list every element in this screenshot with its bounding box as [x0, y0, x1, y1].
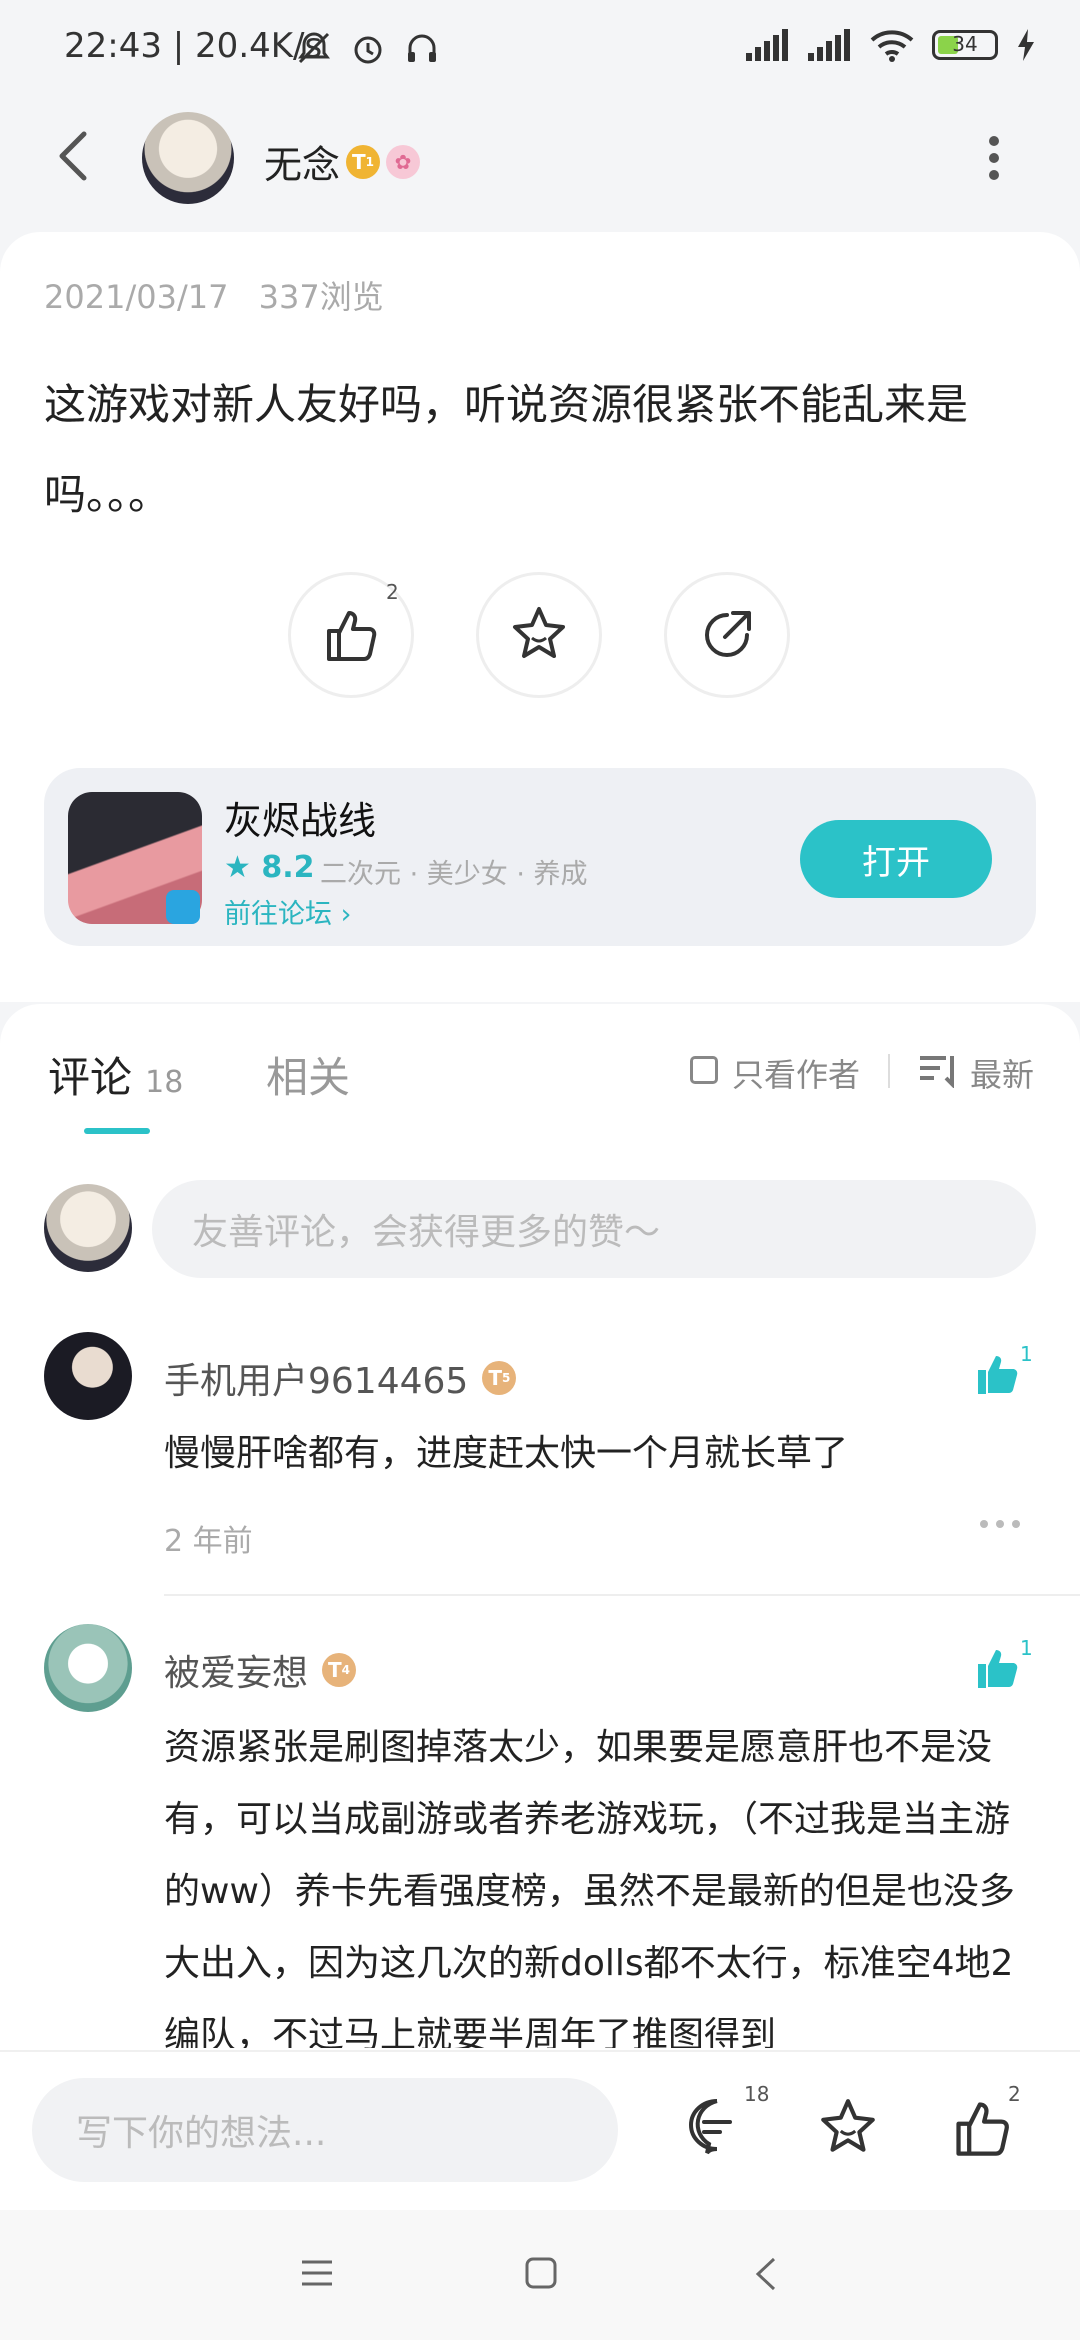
tab-indicator [84, 1128, 150, 1134]
game-tags: 二次元 · 美少女 · 养成 [320, 859, 588, 890]
status-bar: 22:43 | 20.4K/s 34 [0, 0, 1080, 100]
status-icons-left [296, 30, 440, 66]
current-user-avatar [44, 1184, 132, 1272]
level-badge: T1 [346, 144, 381, 179]
author-name[interactable]: 无念 [264, 134, 340, 189]
thumbs-up-icon [327, 611, 377, 661]
comment-username[interactable]: 被爱妄想 [164, 1644, 308, 1696]
level-badge: T4 [322, 1653, 357, 1687]
status-time: 22:43 | 20.4K/s [64, 26, 323, 66]
bottom-like-icon[interactable] [950, 2096, 1014, 2160]
bilibili-icon [166, 890, 200, 924]
open-game-button[interactable]: 打开 [800, 820, 992, 898]
bottom-comment-count: 18 [744, 2082, 770, 2106]
comment-like-icon[interactable] [974, 1644, 1022, 1692]
divider [888, 1054, 890, 1088]
bottom-like-count: 2 [1008, 2082, 1021, 2106]
comment-text: 慢慢肝啥都有，进度赶太快一个月就长草了 [164, 1433, 849, 1474]
comment-avatar[interactable] [44, 1624, 132, 1712]
signal-icon [746, 29, 790, 61]
sort-icon[interactable] [918, 1052, 958, 1088]
bottom-star-icon[interactable] [816, 2096, 880, 2160]
tab-comments[interactable]: 评论 18 [48, 1044, 183, 1105]
comment-like-icon[interactable] [974, 1350, 1022, 1398]
comment-input[interactable]: 友善评论，会获得更多的赞～ [152, 1180, 1036, 1278]
post-views: 337浏览 [258, 278, 384, 316]
post-meta: 2021/03/17 337浏览 [44, 272, 384, 318]
home-icon[interactable] [524, 2256, 558, 2290]
wifi-icon [870, 30, 914, 62]
signal-hd-icon [808, 29, 852, 61]
star-icon [513, 607, 565, 658]
post-content: 这游戏对新人友好吗，听说资源很紧张不能乱来是吗。。。 [44, 380, 969, 519]
comment-count: 18 [145, 1065, 184, 1100]
game-rating: ★ 8.2 [224, 850, 315, 885]
comment-like-count: 1 [1020, 1636, 1033, 1660]
comment-icon[interactable] [686, 2096, 748, 2158]
post-date: 2021/03/17 [44, 278, 229, 316]
share-button[interactable] [664, 572, 790, 698]
status-icons-right: 34 [746, 28, 1036, 62]
comment-time: 2 年前 [164, 1524, 253, 1559]
sort-label[interactable]: 最新 [970, 1050, 1034, 1096]
comment-avatar[interactable] [44, 1332, 132, 1420]
comment-more-icon[interactable] [980, 1520, 1020, 1528]
tab-related[interactable]: 相关 [266, 1044, 350, 1105]
mute-icon [298, 32, 330, 64]
comment-text: 资源紧张是刷图掉落太少，如果要是愿意肝也不是没有，可以当成副游或者养老游戏玩，（… [164, 1727, 1015, 2048]
comment-like-count: 1 [1020, 1342, 1033, 1366]
comment-username[interactable]: 手机用户9614465 [164, 1352, 468, 1404]
comment-header: 被爱妄想 T4 [164, 1644, 357, 1696]
nav-back-icon[interactable] [754, 2256, 778, 2292]
author-only-checkbox[interactable] [690, 1056, 718, 1084]
author-avatar[interactable] [142, 112, 234, 204]
like-count: 2 [386, 580, 399, 604]
game-name[interactable]: 灰烬战线 [224, 790, 376, 845]
medal-badge-icon: ✿ [386, 144, 421, 179]
headphones-icon [408, 34, 436, 62]
author-only-label[interactable]: 只看作者 [732, 1050, 860, 1096]
back-icon[interactable] [52, 128, 96, 184]
share-icon [705, 611, 751, 657]
alarm-icon [354, 36, 382, 64]
level-badge: T5 [482, 1361, 517, 1395]
chevron-right-icon: › [340, 899, 352, 930]
menu-icon[interactable] [300, 2258, 334, 2288]
comment-divider [164, 1594, 1080, 1596]
charging-icon [1018, 29, 1034, 61]
more-options-icon[interactable] [988, 136, 1000, 180]
battery-icon: 34 [932, 30, 998, 60]
forum-link[interactable]: 前往论坛 › [224, 892, 351, 931]
author-info: 无念 T1 ✿ [264, 134, 421, 189]
favorite-button[interactable] [476, 572, 602, 698]
comment-header: 手机用户9614465 T5 [164, 1352, 517, 1404]
reply-input[interactable]: 写下你的想法... [32, 2078, 618, 2182]
